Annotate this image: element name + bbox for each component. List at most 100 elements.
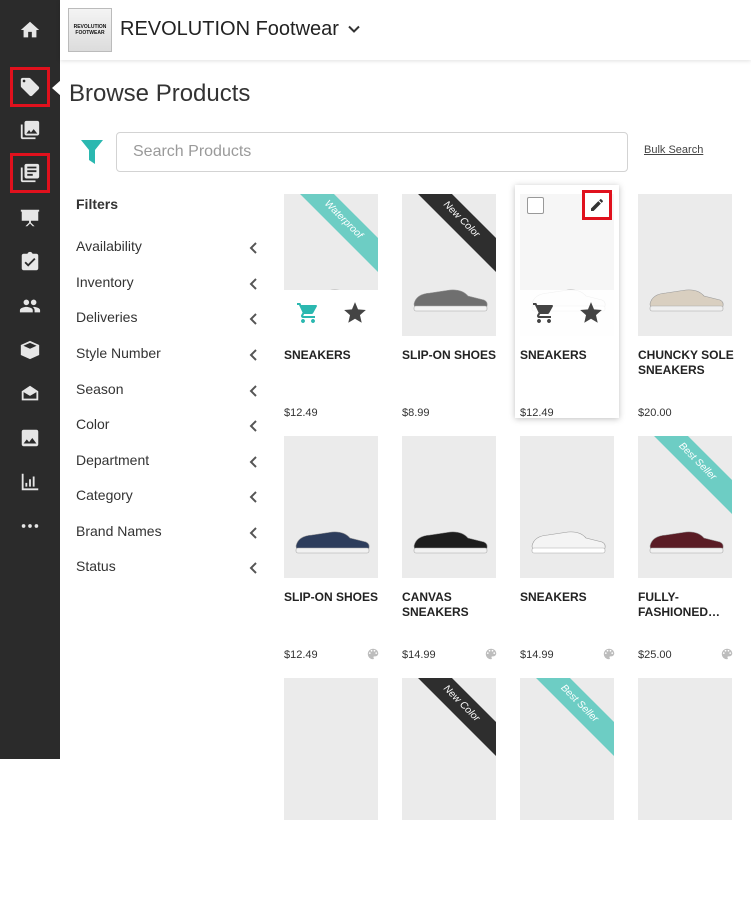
product-price: $14.99 [402, 649, 436, 661]
shoe-image [410, 526, 490, 556]
active-nav-pointer [52, 80, 61, 96]
product-name[interactable]: FULLY-FASHIONED… [638, 590, 734, 620]
filter-icon[interactable] [81, 140, 103, 164]
presentation-icon[interactable] [12, 200, 48, 236]
shoe-image [410, 284, 490, 314]
palette-icon[interactable] [366, 647, 380, 661]
product-price: $12.49 [284, 407, 318, 419]
product-ribbon: New Color [406, 194, 496, 275]
product-card[interactable]: Best Seller [520, 678, 620, 910]
palette-icon[interactable] [720, 647, 734, 661]
filter-label: Brand Names [76, 523, 162, 539]
brand-logo[interactable]: REVOLUTION FOOTWEAR [68, 8, 112, 52]
filter-label: Season [76, 381, 124, 397]
chevron-left-icon [248, 490, 258, 503]
filter-availability[interactable]: Availability [76, 238, 258, 258]
filter-style-number[interactable]: Style Number [76, 345, 258, 365]
product-image[interactable] [638, 194, 732, 336]
more-icon[interactable] [12, 508, 48, 544]
shoe-image [292, 768, 372, 798]
shoe-image [528, 768, 608, 798]
product-image[interactable]: New Color [402, 678, 496, 820]
shoe-image [646, 284, 726, 314]
filter-label: Inventory [76, 274, 134, 290]
product-image[interactable] [520, 436, 614, 578]
checklist-icon[interactable] [12, 244, 48, 280]
chevron-left-icon [248, 526, 258, 539]
filter-season[interactable]: Season [76, 381, 258, 401]
chevron-down-icon[interactable] [347, 22, 361, 36]
product-image[interactable] [284, 436, 378, 578]
search-input[interactable] [116, 132, 628, 172]
product-card[interactable] [284, 678, 384, 910]
product-image[interactable] [638, 678, 732, 820]
top-header: REVOLUTION FOOTWEAR REVOLUTION Footwear [60, 0, 751, 60]
shoe-image [646, 768, 726, 798]
shoe-image [646, 526, 726, 556]
box-icon[interactable] [12, 332, 48, 368]
product-card[interactable] [638, 678, 738, 910]
product-ribbon: Best Seller [642, 436, 732, 517]
filter-deliveries[interactable]: Deliveries [76, 309, 258, 329]
product-image[interactable] [284, 678, 378, 820]
filter-category[interactable]: Category [76, 487, 258, 507]
product-name[interactable]: SNEAKERS [520, 348, 616, 363]
product-name[interactable]: CHUNCKY SOLE SNEAKERS [638, 348, 734, 378]
filter-inventory[interactable]: Inventory [76, 274, 258, 294]
product-actions [520, 290, 614, 336]
product-card[interactable]: Waterproof SNEAKERS $12.49 [284, 194, 384, 426]
product-name[interactable]: SLIP-ON SHOES [284, 590, 380, 605]
palette-icon[interactable] [602, 647, 616, 661]
product-card[interactable]: Best Seller FULLY-FASHIONED… $25.00 [638, 436, 738, 668]
product-card[interactable]: CANVAS SNEAKERS $14.99 [402, 436, 502, 668]
filter-status[interactable]: Status [76, 558, 258, 578]
product-image[interactable]: New Color [402, 194, 496, 336]
product-image[interactable]: Best Seller [638, 436, 732, 578]
product-price: $14.99 [520, 649, 554, 661]
customers-icon[interactable] [12, 288, 48, 324]
bulk-search-link[interactable]: Bulk Search [644, 144, 703, 156]
product-card[interactable]: New Color SLIP-ON SHOES $8.99 [402, 194, 502, 426]
add-to-cart-icon[interactable] [532, 301, 556, 325]
chevron-left-icon [248, 241, 258, 254]
filter-color[interactable]: Color [76, 416, 258, 436]
gallery-icon[interactable] [12, 420, 48, 456]
orders-icon[interactable] [12, 376, 48, 412]
page-title: Browse Products [69, 80, 251, 107]
product-name[interactable]: SNEAKERS [520, 590, 616, 605]
palette-icon[interactable] [484, 647, 498, 661]
product-card[interactable]: New Color [402, 678, 502, 910]
left-nav-sidebar [0, 0, 60, 759]
filter-brand-names[interactable]: Brand Names [76, 523, 258, 543]
catalog-icon[interactable] [12, 112, 48, 148]
chevron-left-icon [248, 419, 258, 432]
chevron-left-icon [248, 348, 258, 361]
chevron-left-icon [248, 384, 258, 397]
product-name[interactable]: CANVAS SNEAKERS [402, 590, 498, 620]
product-price: $20.00 [638, 407, 672, 419]
product-card[interactable]: CHUNCKY SOLE SNEAKERS $20.00 [638, 194, 738, 426]
chevron-left-icon [248, 312, 258, 325]
product-image[interactable]: Best Seller [520, 678, 614, 820]
filter-label: Availability [76, 238, 142, 254]
tag-icon[interactable] [10, 67, 50, 107]
home-icon[interactable] [12, 12, 48, 48]
reports-icon[interactable] [12, 464, 48, 500]
filter-department[interactable]: Department [76, 452, 258, 472]
product-card[interactable]: SNEAKERS $12.49 [515, 185, 620, 426]
product-ribbon: Waterproof [288, 194, 378, 275]
line-sheet-icon[interactable] [10, 153, 50, 193]
add-to-cart-icon[interactable] [296, 301, 320, 325]
product-image[interactable] [402, 436, 496, 578]
favorite-star-icon[interactable] [578, 300, 604, 326]
product-name[interactable]: SLIP-ON SHOES [402, 348, 498, 363]
product-card[interactable]: SNEAKERS $14.99 [520, 436, 620, 668]
product-card[interactable]: SLIP-ON SHOES $12.49 [284, 436, 384, 668]
filter-label: Status [76, 558, 116, 574]
select-checkbox[interactable] [527, 197, 544, 214]
product-name[interactable]: SNEAKERS [284, 348, 380, 363]
brand-name[interactable]: REVOLUTION Footwear [120, 18, 339, 41]
edit-pencil-icon[interactable] [582, 190, 612, 220]
favorite-star-icon[interactable] [342, 300, 368, 326]
brand-logo-text: REVOLUTION FOOTWEAR [73, 24, 107, 36]
